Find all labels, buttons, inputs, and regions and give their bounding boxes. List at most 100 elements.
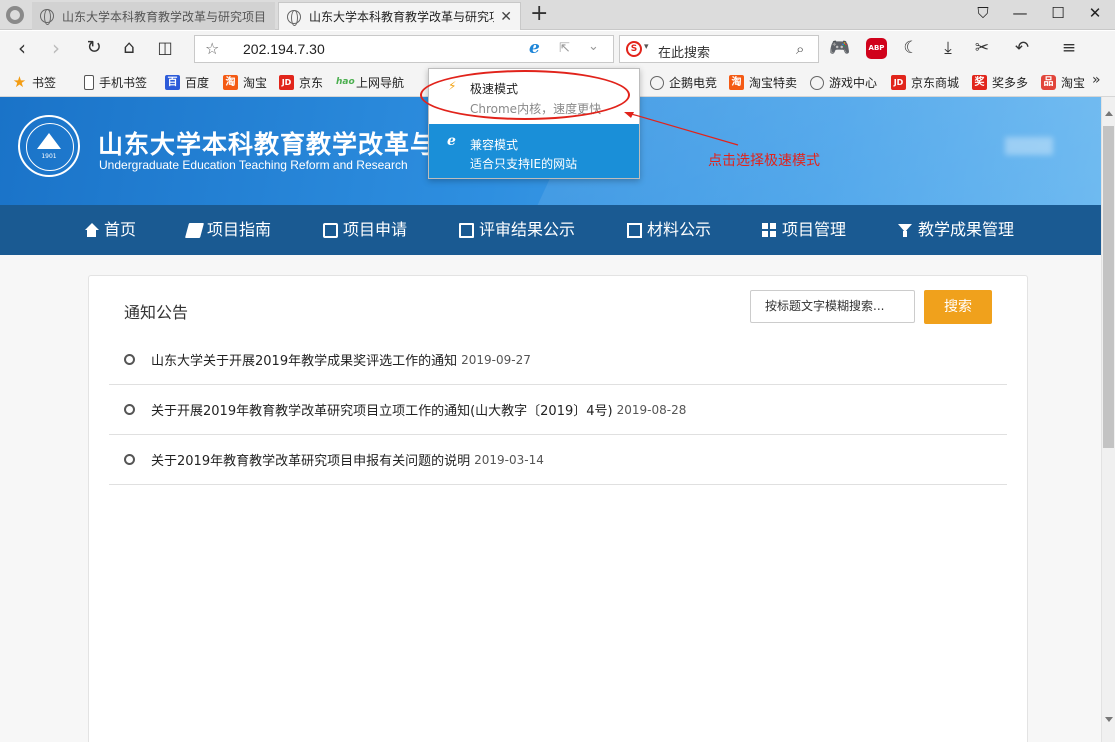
close-tab-icon[interactable]: ✕ (500, 9, 512, 25)
ping-icon: 品 (1041, 75, 1056, 90)
menu-icon[interactable]: ≡ (1057, 37, 1081, 59)
close-window-button[interactable]: ✕ (1080, 4, 1110, 22)
bookmark-label: 淘宝 (1061, 76, 1086, 90)
new-tab-button[interactable]: + (530, 2, 548, 26)
ie-icon: e (447, 133, 456, 149)
address-toolbar: ‹ › ↻ ⌂ ◫ ☆ 202.194.7.30 e ⇱ ⌄ S ▾ 在此搜索 … (0, 31, 1115, 67)
home-button[interactable]: ⌂ (117, 37, 141, 59)
nav-item-achievements[interactable]: 教学成果管理 (898, 205, 1014, 255)
bookmark-item[interactable]: 淘淘宝特卖 (729, 74, 797, 91)
bullet-icon (124, 454, 135, 465)
nav-label: 项目管理 (782, 220, 847, 239)
notice-date: 2019-03-14 (474, 452, 544, 467)
scroll-up-icon[interactable] (1105, 111, 1113, 116)
list-item[interactable]: 关于开展2019年教育教学改革研究项目立项工作的通知(山大教字〔2019〕4号)… (109, 385, 1007, 435)
nav-label: 教学成果管理 (918, 220, 1015, 239)
web-page: 1901 山东大学本科教育教学改革与研 Undergraduate Educat… (0, 97, 1101, 742)
bookmark-item[interactable]: 品淘宝 (1041, 74, 1089, 91)
bookmark-label: 淘宝 (243, 76, 268, 90)
vertical-scrollbar[interactable] (1101, 97, 1115, 742)
option-title: 兼容模式 (470, 138, 519, 152)
nav-item-project-management[interactable]: 项目管理 (762, 205, 846, 255)
shirt-skin-icon[interactable]: ⛉ (968, 4, 998, 22)
bookmark-item[interactable]: 手机书签 (84, 74, 147, 91)
nav-item-materials[interactable]: 材料公示 (627, 205, 711, 255)
bookmark-item[interactable]: JD 京东 (279, 74, 323, 91)
adblock-icon[interactable]: ABP (866, 38, 887, 59)
reload-button[interactable]: ↻ (82, 37, 106, 59)
share-icon[interactable]: ⇱ (559, 41, 570, 56)
tab-1[interactable]: 山东大学本科教育教学改革与研究项目 (32, 2, 275, 30)
hao-icon: hao (336, 77, 355, 87)
tab-title: 山东大学本科教育教学改革与研究项 (309, 10, 495, 24)
main-nav: 首页 项目指南 项目申请 评审结果公示 材料公示 项目管理 教学成果管理 (0, 205, 1101, 255)
file-icon (627, 222, 642, 238)
grid-icon (762, 222, 777, 238)
compat-mode-option[interactable]: e 兼容模式 适合只支持IE的网站 (429, 124, 639, 178)
scissors-icon[interactable]: ✂ (970, 37, 994, 59)
forward-button[interactable]: › (44, 37, 68, 59)
bookmark-item[interactable]: hao 上网导航 (336, 74, 404, 91)
bookmark-label: 上网导航 (356, 76, 405, 90)
notice-search-button[interactable]: 搜索 (924, 290, 992, 324)
notice-search-input[interactable]: 按标题文字模糊搜索... (750, 290, 915, 323)
bookmark-item[interactable]: 奖奖多多 (972, 74, 1028, 91)
globe-icon (40, 9, 54, 25)
bookmark-item[interactable]: JD 京东商城 (891, 74, 959, 91)
nav-label: 评审结果公示 (479, 220, 576, 239)
browser-logo-icon[interactable] (6, 6, 24, 24)
maximize-button[interactable]: ☐ (1043, 4, 1073, 22)
bookmark-item[interactable]: 淘淘宝 (223, 74, 267, 91)
filter-icon (898, 223, 913, 238)
undo-icon[interactable]: ↶ (1010, 37, 1034, 59)
nav-label: 项目指南 (207, 220, 272, 239)
moon-icon[interactable]: ☾ (899, 37, 923, 59)
site-subtitle: Undergraduate Education Teaching Reform … (99, 158, 408, 172)
gamepad-icon[interactable]: 🎮 (828, 37, 852, 59)
bookmark-item[interactable]: 游戏中心 (810, 74, 877, 91)
notice-title-link[interactable]: 山东大学关于开展2019年教学成果奖评选工作的通知 (151, 350, 457, 369)
minimize-button[interactable]: — (1005, 4, 1035, 22)
nav-item-guide[interactable]: 项目指南 (184, 205, 272, 255)
nav-label: 首页 (104, 220, 137, 239)
nav-label: 项目申请 (343, 220, 408, 239)
ie-mode-icon[interactable]: e (529, 38, 540, 58)
bookmark-item[interactable]: 企鹅电竞 (650, 74, 717, 91)
bookmark-label: 京东 (299, 76, 324, 90)
scroll-thumb[interactable] (1103, 126, 1114, 448)
caret-down-icon[interactable]: ▾ (644, 42, 649, 52)
notice-title-link[interactable]: 关于2019年教育教学改革研究项目申报有关问题的说明 (151, 450, 470, 469)
seal-mountain (37, 133, 61, 149)
bookmark-label: 淘宝特卖 (749, 76, 798, 90)
nav-item-apply[interactable]: 项目申请 (323, 205, 407, 255)
chevron-down-icon[interactable]: ⌄ (588, 39, 599, 54)
address-bar[interactable]: ☆ 202.194.7.30 e ⇱ ⌄ (194, 35, 614, 63)
list-item[interactable]: 山东大学关于开展2019年教学成果奖评选工作的通知 2019-09-27 (109, 335, 1007, 385)
search-icon[interactable]: ⌕ (796, 40, 804, 58)
search-placeholder[interactable]: 在此搜索 (658, 42, 710, 61)
bullet-icon (124, 354, 135, 365)
chevron-more-icon[interactable]: » (1092, 72, 1101, 88)
book-icon (184, 222, 205, 238)
url-text[interactable]: 202.194.7.30 (243, 41, 325, 57)
bookmark-item[interactable]: 百百度 (165, 74, 209, 91)
scroll-down-icon[interactable] (1105, 717, 1113, 722)
jd-icon: JD (279, 75, 294, 90)
bookmark-label: 企鹅电竞 (669, 76, 718, 90)
back-button[interactable]: ‹ (10, 37, 34, 59)
tab-2-active[interactable]: 山东大学本科教育教学改革与研究项 ✕ (278, 2, 521, 30)
bookmark-item[interactable]: ★ 书签 (12, 74, 56, 91)
bookmark-label: 手机书签 (99, 76, 148, 90)
university-seal-logo[interactable]: 1901 (18, 115, 80, 177)
download-icon[interactable]: ⤓ (936, 37, 960, 59)
sogou-icon[interactable]: S (626, 41, 642, 57)
search-box[interactable]: S ▾ 在此搜索 ⌕ (619, 35, 819, 63)
notice-title-link[interactable]: 关于开展2019年教育教学改革研究项目立项工作的通知(山大教字〔2019〕4号) (151, 400, 613, 419)
bookmark-star-icon[interactable]: ☆ (205, 39, 219, 58)
list-item[interactable]: 关于2019年教育教学改革研究项目申报有关问题的说明 2019-03-14 (109, 435, 1007, 485)
nav-item-review-results[interactable]: 评审结果公示 (459, 205, 575, 255)
baidu-icon: 百 (165, 75, 180, 90)
jd-icon: JD (891, 75, 906, 90)
reader-icon[interactable]: ◫ (153, 37, 177, 59)
nav-item-home[interactable]: 首页 (84, 205, 136, 255)
